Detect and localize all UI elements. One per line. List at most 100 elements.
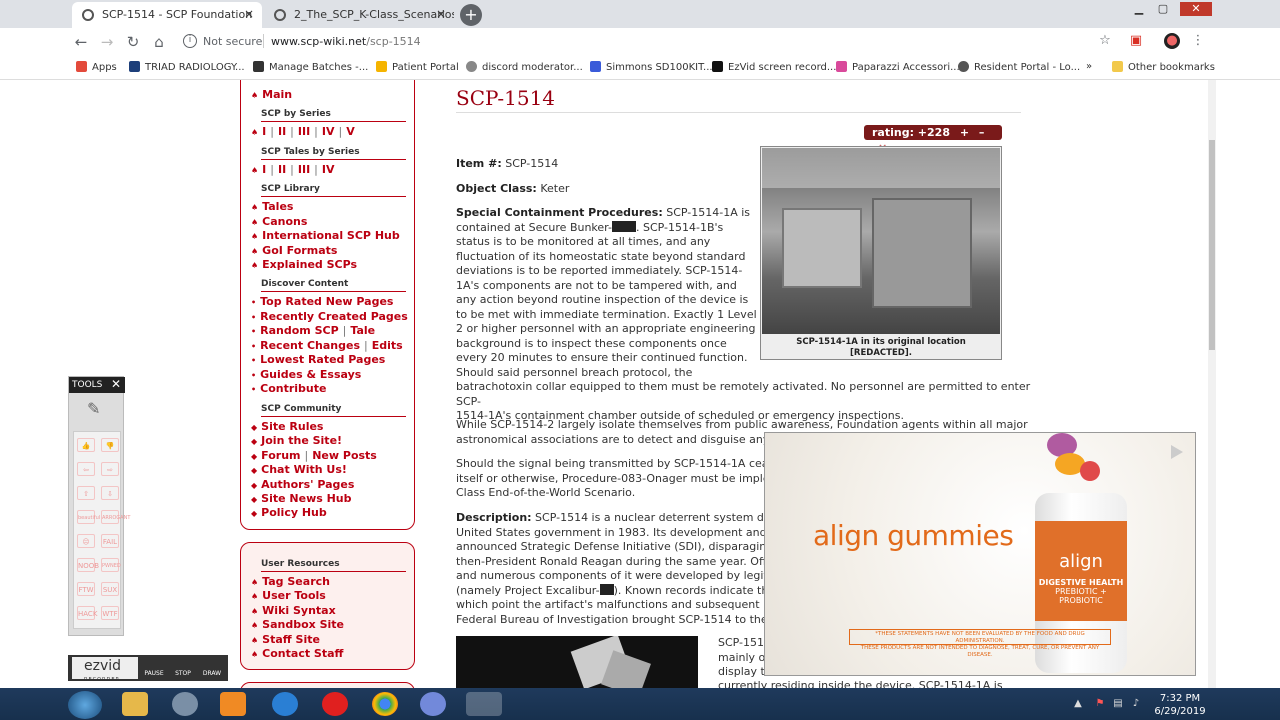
tales-i-link[interactable]: I [262,163,266,176]
bookmark-discord[interactable]: discord moderator... [466,61,583,73]
refresh-app-icon[interactable] [272,692,298,716]
video-ad-overlay[interactable]: align gummies align DIGESTIVE HEALTH PRE… [764,432,1196,676]
sidebar-item-authors[interactable]: ◆ Authors' Pages [251,478,354,491]
tales-iii-link[interactable]: III [298,163,310,176]
pwned-stamp[interactable]: PWNED [101,558,121,572]
hack-stamp[interactable]: HACK [77,606,97,620]
arrow-left-icon[interactable]: ⇦ [77,462,95,476]
sidebar-item-lowest-rated[interactable]: • Lowest Rated Pages [251,353,385,366]
home-icon[interactable]: ⌂ [150,33,168,51]
series-i-link[interactable]: I [262,125,266,138]
sidebar-item-tales[interactable]: ♠ Tales [251,200,293,213]
media-player-icon[interactable] [220,692,246,716]
thumbs-down-icon[interactable]: 👎 [101,438,119,452]
arrogant-icon[interactable]: ARROGANT [101,510,130,524]
url-text[interactable]: www.scp-wiki.net/scp-1514 [271,35,421,48]
sidebar-item-recently-created[interactable]: • Recently Created Pages [251,310,408,323]
back-icon[interactable]: ← [72,33,90,51]
bookmark-ezvid[interactable]: EzVid screen record... [712,61,836,73]
opera-icon[interactable] [322,692,348,716]
flag-icon[interactable]: ⚑ [1094,698,1106,710]
random-tale-link[interactable]: Tale [350,324,375,337]
security-label[interactable]: Not secure [203,35,262,48]
chrome-icon[interactable] [372,692,398,716]
file-explorer-icon[interactable] [122,692,148,716]
sux-stamp[interactable]: SUX [101,582,119,596]
network-icon[interactable]: ▤ [1112,698,1124,710]
new-tab-button[interactable]: + [460,4,482,26]
rate-up-button[interactable]: + [960,125,969,140]
sidebar-item-wiki-syntax[interactable]: ♠ Wiki Syntax [251,604,336,617]
sidebar-item-contact-staff[interactable]: ♠ Contact Staff [251,647,343,660]
arrow-down-icon[interactable]: ⇩ [101,486,119,500]
sidebar-item-join[interactable]: ◆ Join the Site! [251,434,342,447]
ftw-stamp[interactable]: FTW [77,582,95,596]
system-clock[interactable]: 7:32 PM 6/29/2019 [1150,692,1210,718]
new-posts-link[interactable]: New Posts [312,449,377,462]
series-iii-link[interactable]: III [298,125,310,138]
reload-icon[interactable]: ↻ [124,33,142,51]
page-scrollbar[interactable] [1208,80,1216,688]
tray-expand-icon[interactable]: ▲ [1072,698,1084,710]
series-iv-link[interactable]: IV [322,125,335,138]
sidebar-item-explained-scps[interactable]: ♠ Explained SCPs [251,258,357,271]
bookmark-paparazzi[interactable]: Paparazzi Accessori... [836,61,960,73]
rate-down-button[interactable]: – [979,125,985,140]
stop-button[interactable]: STOP [171,658,195,678]
menu-kebab-icon[interactable]: ⋮ [1190,33,1206,49]
volume-icon[interactable]: ♪ [1130,698,1142,710]
bookmark-other[interactable]: Other bookmarks [1112,61,1215,73]
wtf-stamp[interactable]: WTF [101,606,119,620]
tab-close-icon[interactable]: × [436,7,446,21]
forum-link[interactable]: Forum [261,449,300,462]
minimize-button[interactable]: ▁ [1128,2,1150,16]
address-bar[interactable]: i Not secure www.scp-wiki.net/scp-1514 [175,31,1120,53]
profile-avatar[interactable]: ● [1164,33,1180,49]
thumbs-up-icon[interactable]: 👍 [77,438,95,452]
tools-close-icon[interactable]: ✕ [111,377,121,391]
sidebar-item-canons[interactable]: ♠ Canons [251,215,307,228]
bookmark-simmons[interactable]: Simmons SD100KIT... [590,61,713,73]
discord-app-icon[interactable] [420,692,446,716]
bookmark-manage-batches[interactable]: Manage Batches -... [253,61,368,73]
chrome-active-icon[interactable] [466,692,502,716]
recent-changes-link[interactable]: Recent Changes [260,339,360,352]
random-scp-link[interactable]: Random SCP [260,324,339,337]
draw-button[interactable]: DRAW [200,658,224,678]
tab-scp-1514[interactable]: SCP-1514 - SCP Foundation × [72,2,262,28]
tales-iv-link[interactable]: IV [322,163,335,176]
bookmark-patient-portal[interactable]: Patient Portal [376,61,459,73]
arrow-up-icon[interactable]: ⇧ [77,486,95,500]
sidebar-item-goi-formats[interactable]: ♠ GoI Formats [251,244,337,257]
bookmark-apps[interactable]: Apps [76,61,117,73]
sidebar-item-tag-search[interactable]: ♠ Tag Search [251,575,330,588]
arrow-right-icon[interactable]: ⇨ [101,462,119,476]
extension-icon[interactable]: ▣ [1128,33,1144,49]
close-window-button[interactable]: ✕ [1180,2,1212,16]
sidebar-item-top-rated[interactable]: • Top Rated New Pages [251,295,393,308]
edits-link[interactable]: Edits [372,339,403,352]
sidebar-item-contribute[interactable]: • Contribute [251,382,326,395]
start-button[interactable] [68,691,102,719]
sidebar-item-sandbox[interactable]: ♠ Sandbox Site [251,618,344,631]
scrollbar-thumb[interactable] [1209,140,1215,350]
maximize-button[interactable]: ▢ [1152,2,1174,16]
brush-icon[interactable]: ✎ [87,399,105,419]
more-bookmarks-icon[interactable]: » [1086,61,1092,72]
forward-icon[interactable]: → [98,33,116,51]
tales-ii-link[interactable]: II [278,163,286,176]
bookmark-resident-portal[interactable]: Resident Portal - Lo... [958,61,1080,73]
snipping-tool-icon[interactable] [172,692,198,716]
sidebar-item-chat[interactable]: ◆ Chat With Us! [251,463,347,476]
sidebar-item-staff-site[interactable]: ♠ Staff Site [251,633,320,646]
tab-k-class-scenarios[interactable]: 2_The_SCP_K-Class_Scenarios_-_Y × [264,2,454,28]
sidebar-item-guides[interactable]: • Guides & Essays [251,368,361,381]
ad-play-icon[interactable] [1171,445,1183,459]
star-icon[interactable]: ☆ [1097,33,1113,49]
frown-icon[interactable]: ☹ [77,534,95,548]
info-icon[interactable]: i [183,34,197,48]
sidebar-item-international-hub[interactable]: ♠ International SCP Hub [251,229,400,242]
tab-close-icon[interactable]: × [244,7,254,21]
series-ii-link[interactable]: II [278,125,286,138]
sidebar-item-site-rules[interactable]: ◆ Site Rules [251,420,323,433]
